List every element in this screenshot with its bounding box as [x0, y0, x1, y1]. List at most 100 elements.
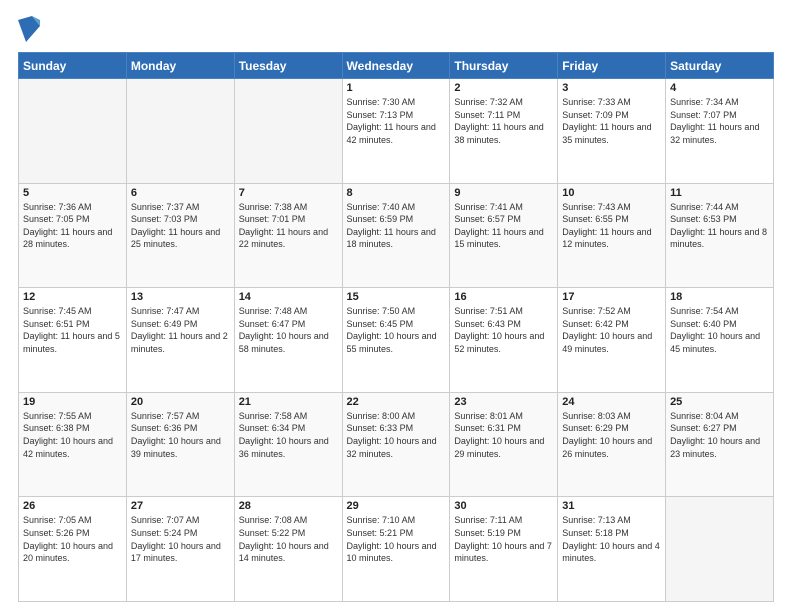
day-number: 14: [239, 291, 338, 303]
day-number: 24: [562, 396, 661, 408]
day-info: Sunrise: 8:04 AM Sunset: 6:27 PM Dayligh…: [670, 410, 769, 460]
calendar-header-row: SundayMondayTuesdayWednesdayThursdayFrid…: [19, 53, 774, 79]
day-number: 12: [23, 291, 122, 303]
day-number: 28: [239, 500, 338, 512]
day-info: Sunrise: 7:05 AM Sunset: 5:26 PM Dayligh…: [23, 514, 122, 564]
day-number: 15: [347, 291, 446, 303]
calendar-header-day: Friday: [558, 53, 666, 79]
calendar-week-row: 12 Sunrise: 7:45 AM Sunset: 6:51 PM Dayli…: [19, 288, 774, 393]
calendar-day-cell: [19, 79, 127, 184]
calendar-day-cell: 13Sunrise: 7:47 AM Sunset: 6:49 PM Dayli…: [126, 288, 234, 393]
day-number: 31: [562, 500, 661, 512]
calendar-day-cell: 18Sunrise: 7:54 AM Sunset: 6:40 PM Dayli…: [666, 288, 774, 393]
day-number: 30: [454, 500, 553, 512]
calendar-week-row: 26 Sunrise: 7:05 AM Sunset: 5:26 PM Dayli…: [19, 497, 774, 602]
day-info: Sunrise: 7:07 AM Sunset: 5:24 PM Dayligh…: [131, 514, 230, 564]
calendar-header-day: Sunday: [19, 53, 127, 79]
calendar-day-cell: 8 Sunrise: 7:40 AM Sunset: 6:59 PM Daylig…: [342, 183, 450, 288]
calendar-day-cell: 20 Sunrise: 7:57 AM Sunset: 6:36 PM Dayli…: [126, 392, 234, 497]
calendar-day-cell: 5 Sunrise: 7:36 AM Sunset: 7:05 PM Daylig…: [19, 183, 127, 288]
calendar-header-day: Saturday: [666, 53, 774, 79]
calendar-day-cell: 9 Sunrise: 7:41 AM Sunset: 6:57 PM Daylig…: [450, 183, 558, 288]
day-number: 26: [23, 500, 122, 512]
day-number: 25: [670, 396, 769, 408]
day-number: 5: [23, 187, 122, 199]
calendar-day-cell: 24 Sunrise: 8:03 AM Sunset: 6:29 PM Dayli…: [558, 392, 666, 497]
day-info: Sunrise: 7:44 AM Sunset: 6:53 PM Dayligh…: [670, 201, 769, 251]
day-info: Sunrise: 8:03 AM Sunset: 6:29 PM Dayligh…: [562, 410, 661, 460]
calendar-day-cell: 17 Sunrise: 7:52 AM Sunset: 6:42 PM Dayli…: [558, 288, 666, 393]
day-info: Sunrise: 8:00 AM Sunset: 6:33 PM Dayligh…: [347, 410, 446, 460]
calendar-day-cell: [126, 79, 234, 184]
day-info: Sunrise: 7:45 AM Sunset: 6:51 PM Dayligh…: [23, 305, 122, 355]
day-info: Sunrise: 7:58 AM Sunset: 6:34 PM Dayligh…: [239, 410, 338, 460]
calendar-day-cell: 7Sunrise: 7:38 AM Sunset: 7:01 PM Daylig…: [234, 183, 342, 288]
calendar-week-row: 1 Sunrise: 7:30 AM Sunset: 7:13 PM Daylig…: [19, 79, 774, 184]
calendar-day-cell: 14 Sunrise: 7:48 AM Sunset: 6:47 PM Dayli…: [234, 288, 342, 393]
calendar-day-cell: 2Sunrise: 7:32 AM Sunset: 7:11 PM Daylig…: [450, 79, 558, 184]
day-info: Sunrise: 7:48 AM Sunset: 6:47 PM Dayligh…: [239, 305, 338, 355]
calendar-day-cell: 15 Sunrise: 7:50 AM Sunset: 6:45 PM Dayli…: [342, 288, 450, 393]
day-info: Sunrise: 7:41 AM Sunset: 6:57 PM Dayligh…: [454, 201, 553, 251]
day-info: Sunrise: 7:13 AM Sunset: 5:18 PM Dayligh…: [562, 514, 661, 564]
day-number: 22: [347, 396, 446, 408]
logo: [18, 16, 44, 42]
day-info: Sunrise: 7:30 AM Sunset: 7:13 PM Dayligh…: [347, 96, 446, 146]
day-number: 23: [454, 396, 553, 408]
calendar-day-cell: [234, 79, 342, 184]
day-info: Sunrise: 7:47 AM Sunset: 6:49 PM Dayligh…: [131, 305, 230, 355]
day-info: Sunrise: 7:32 AM Sunset: 7:11 PM Dayligh…: [454, 96, 553, 146]
calendar-day-cell: 28 Sunrise: 7:08 AM Sunset: 5:22 PM Dayli…: [234, 497, 342, 602]
day-number: 8: [347, 187, 446, 199]
day-number: 7: [239, 187, 338, 199]
day-number: 29: [347, 500, 446, 512]
day-info: Sunrise: 7:51 AM Sunset: 6:43 PM Dayligh…: [454, 305, 553, 355]
day-number: 21: [239, 396, 338, 408]
day-info: Sunrise: 7:08 AM Sunset: 5:22 PM Dayligh…: [239, 514, 338, 564]
day-number: 9: [454, 187, 553, 199]
calendar-day-cell: 19 Sunrise: 7:55 AM Sunset: 6:38 PM Dayli…: [19, 392, 127, 497]
calendar-day-cell: 27 Sunrise: 7:07 AM Sunset: 5:24 PM Dayli…: [126, 497, 234, 602]
day-number: 27: [131, 500, 230, 512]
calendar-day-cell: 25 Sunrise: 8:04 AM Sunset: 6:27 PM Dayli…: [666, 392, 774, 497]
calendar-table: SundayMondayTuesdayWednesdayThursdayFrid…: [18, 52, 774, 602]
day-info: Sunrise: 7:55 AM Sunset: 6:38 PM Dayligh…: [23, 410, 122, 460]
calendar-day-cell: 6 Sunrise: 7:37 AM Sunset: 7:03 PM Daylig…: [126, 183, 234, 288]
day-info: Sunrise: 7:37 AM Sunset: 7:03 PM Dayligh…: [131, 201, 230, 251]
day-number: 1: [347, 82, 446, 94]
calendar-header-day: Monday: [126, 53, 234, 79]
calendar-day-cell: [666, 497, 774, 602]
day-info: Sunrise: 7:40 AM Sunset: 6:59 PM Dayligh…: [347, 201, 446, 251]
day-number: 16: [454, 291, 553, 303]
day-info: Sunrise: 7:43 AM Sunset: 6:55 PM Dayligh…: [562, 201, 661, 251]
calendar-day-cell: 16 Sunrise: 7:51 AM Sunset: 6:43 PM Dayli…: [450, 288, 558, 393]
header: [18, 16, 774, 42]
calendar-day-cell: 12 Sunrise: 7:45 AM Sunset: 6:51 PM Dayli…: [19, 288, 127, 393]
logo-icon: [18, 16, 40, 42]
calendar-day-cell: 30Sunrise: 7:11 AM Sunset: 5:19 PM Dayli…: [450, 497, 558, 602]
day-number: 11: [670, 187, 769, 199]
day-info: Sunrise: 7:34 AM Sunset: 7:07 PM Dayligh…: [670, 96, 769, 146]
day-number: 3: [562, 82, 661, 94]
day-info: Sunrise: 7:50 AM Sunset: 6:45 PM Dayligh…: [347, 305, 446, 355]
calendar-header-day: Tuesday: [234, 53, 342, 79]
calendar-day-cell: 10Sunrise: 7:43 AM Sunset: 6:55 PM Dayli…: [558, 183, 666, 288]
day-number: 6: [131, 187, 230, 199]
day-info: Sunrise: 7:57 AM Sunset: 6:36 PM Dayligh…: [131, 410, 230, 460]
day-info: Sunrise: 7:36 AM Sunset: 7:05 PM Dayligh…: [23, 201, 122, 251]
day-number: 4: [670, 82, 769, 94]
calendar-day-cell: 11 Sunrise: 7:44 AM Sunset: 6:53 PM Dayli…: [666, 183, 774, 288]
calendar-week-row: 5 Sunrise: 7:36 AM Sunset: 7:05 PM Daylig…: [19, 183, 774, 288]
day-info: Sunrise: 7:33 AM Sunset: 7:09 PM Dayligh…: [562, 96, 661, 146]
day-info: Sunrise: 7:52 AM Sunset: 6:42 PM Dayligh…: [562, 305, 661, 355]
calendar-day-cell: 4 Sunrise: 7:34 AM Sunset: 7:07 PM Daylig…: [666, 79, 774, 184]
day-info: Sunrise: 7:10 AM Sunset: 5:21 PM Dayligh…: [347, 514, 446, 564]
day-number: 17: [562, 291, 661, 303]
page: SundayMondayTuesdayWednesdayThursdayFrid…: [0, 0, 792, 612]
calendar-day-cell: 21 Sunrise: 7:58 AM Sunset: 6:34 PM Dayli…: [234, 392, 342, 497]
day-number: 20: [131, 396, 230, 408]
calendar-header-day: Thursday: [450, 53, 558, 79]
day-number: 19: [23, 396, 122, 408]
calendar-day-cell: 1 Sunrise: 7:30 AM Sunset: 7:13 PM Daylig…: [342, 79, 450, 184]
day-number: 18: [670, 291, 769, 303]
